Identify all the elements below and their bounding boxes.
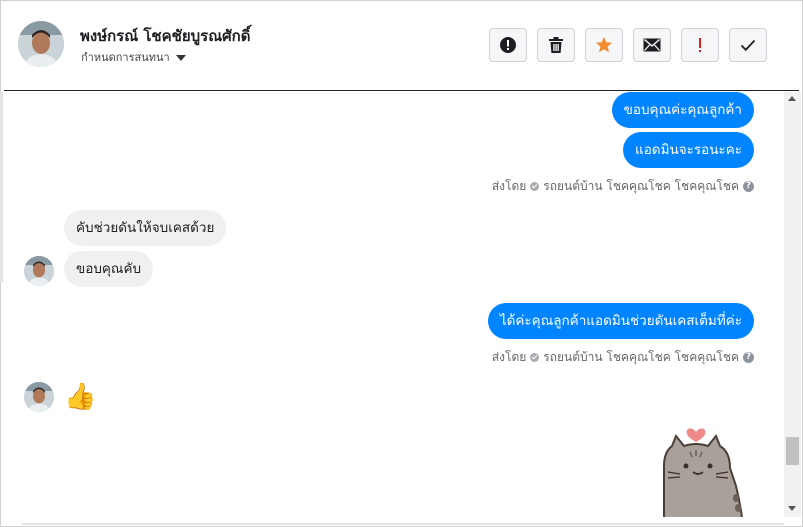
sent-by-info: ส่งโดย รถยนต์บ้าน โชคคุณโชค โชคคุณโชค ?	[492, 348, 754, 367]
incoming-message[interactable]: ขอบคุณคับ	[64, 251, 154, 287]
sent-by-info: ส่งโดย รถยนต์บ้าน โชคคุณโชค โชคคุณโชค ?	[492, 177, 754, 196]
verified-check-icon	[530, 353, 540, 362]
thread-scrollbar[interactable]	[784, 92, 801, 517]
trash-icon	[549, 37, 563, 53]
check-icon	[740, 39, 756, 52]
conversation-header: พงษ์กรณ์ โชคชัยบูรณศักดิ์ กำหนดการสนทนา	[4, 4, 799, 91]
scroll-up-arrow-icon[interactable]	[788, 96, 796, 101]
scrollbar-thumb[interactable]	[786, 437, 799, 465]
conversation-schedule-label: กำหนดการสนทนา	[81, 51, 170, 64]
contact-avatar[interactable]	[18, 21, 64, 67]
exclamation-circle-icon	[500, 37, 516, 53]
mark-unread-button[interactable]	[633, 28, 671, 62]
delete-button[interactable]	[537, 28, 575, 62]
contact-name: พงษ์กรณ์ โชคชัยบูรณศักดิ์	[80, 27, 251, 45]
outgoing-message[interactable]: ได้ค่ะคุณลูกค้าแอดมินช่วยดันเคสเต็มที่ค่…	[487, 303, 754, 339]
star-icon	[596, 37, 612, 53]
verified-check-icon	[530, 182, 540, 191]
sent-by-label: ส่งโดย	[491, 179, 527, 193]
sender-avatar[interactable]	[24, 256, 54, 286]
incoming-message[interactable]: คับช่วยดันให้จบเคสด้วย	[64, 210, 227, 246]
outgoing-message[interactable]: ขอบคุณค่ะคุณลูกค้า	[611, 92, 754, 128]
sent-by-name[interactable]: รถยนต์บ้าน โชคคุณโชค โชคคุณโชค	[543, 177, 739, 196]
conversation-schedule-dropdown[interactable]: กำหนดการสนทนา	[81, 48, 186, 66]
sender-avatar[interactable]	[24, 382, 54, 412]
caret-down-icon	[175, 55, 186, 61]
sent-by-name[interactable]: รถยนต์บ้าน โชคคุณโชค โชคคุณโชค	[543, 348, 739, 367]
cat-sticker-message[interactable]	[656, 426, 756, 517]
star-button[interactable]	[585, 28, 623, 62]
help-icon[interactable]: ?	[743, 181, 754, 192]
report-button[interactable]	[489, 28, 527, 62]
sent-by-label: ส่งโดย	[491, 350, 527, 364]
composer-divider	[22, 523, 784, 525]
message-thread[interactable]: ขอบคุณค่ะคุณลูกค้า แอดมินจะรอนะคะ ส่งโดย…	[4, 92, 784, 517]
done-button[interactable]	[729, 28, 767, 62]
left-panel-edge	[0, 92, 3, 282]
help-icon[interactable]: ?	[743, 352, 754, 363]
spam-button[interactable]	[681, 28, 719, 62]
outgoing-message[interactable]: แอดมินจะรอนะคะ	[623, 132, 754, 168]
thumbs-up-message[interactable]: 👍	[64, 382, 96, 412]
exclamation-icon	[699, 38, 701, 52]
envelope-icon	[643, 38, 661, 52]
scroll-down-arrow-icon[interactable]	[788, 506, 796, 511]
